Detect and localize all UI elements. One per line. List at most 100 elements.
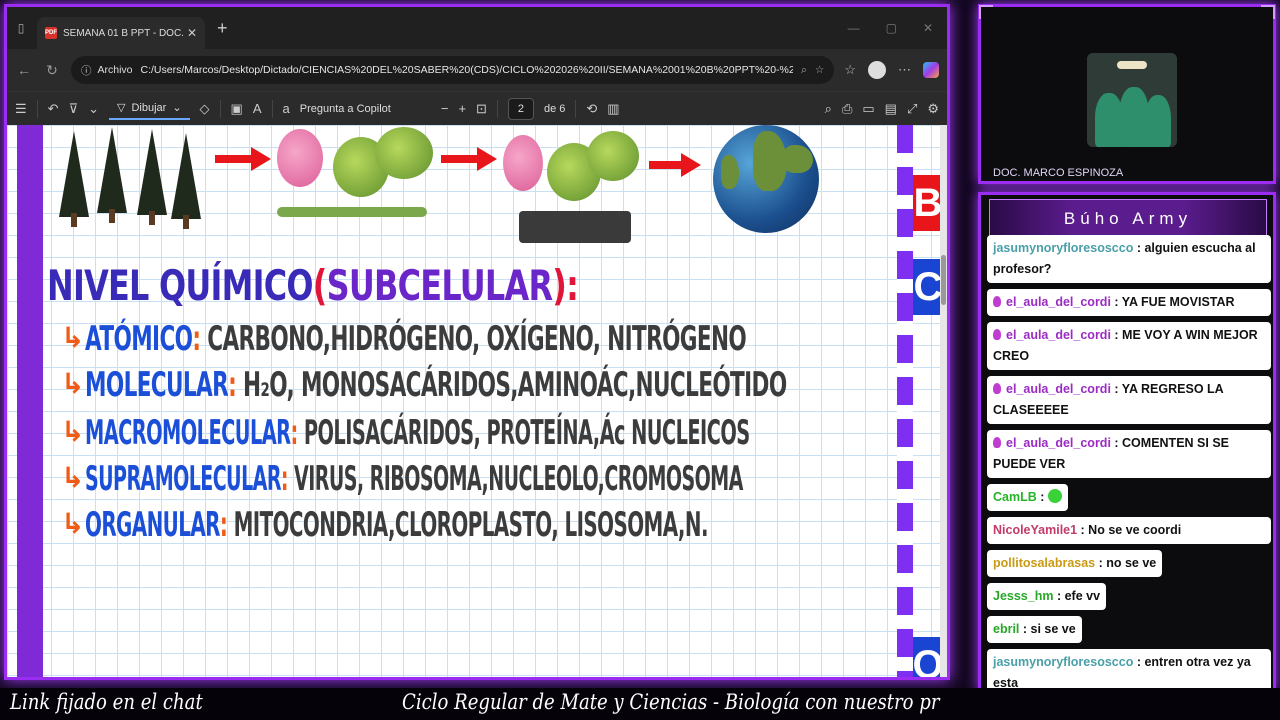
chat-message[interactable]: el_aula_del_cordi : ME VOY A WIN MEJOR C… [987,322,1271,370]
chat-text: : si se ve [1019,622,1076,636]
chat-message[interactable]: pollitosalabrasas : no se ve [987,550,1163,577]
pen-icon: ▽ [116,102,126,114]
contents-icon[interactable]: ☰ [15,101,27,117]
heading-paren-close: ): [552,261,579,310]
level-label: ORGANULAR [85,505,220,545]
save-icon[interactable]: ▭ [862,101,874,117]
new-tab-icon[interactable]: + [217,18,228,39]
level-row: MOLECULAR: H₂O, MONOSACÁRIDOS,AMINOÁC,NU… [85,365,787,405]
back-icon[interactable]: ← [15,62,33,78]
profile-avatar[interactable] [868,61,886,79]
pine-trunk [183,215,189,229]
chat-message[interactable]: jasumynoryfloresoscco : alguien escucha … [987,235,1271,283]
favorite-star-icon[interactable]: ☆ [815,64,824,76]
page-number-input[interactable]: 2 [507,97,534,120]
arrow-right-icon [215,147,271,171]
page-view-icon[interactable]: ▥ [607,101,619,117]
level-row: MACROMOLECULAR: POLISACÁRIDOS, PROTEÍNA,… [85,413,750,453]
chat-message[interactable]: el_aula_del_cordi : YA REGRESO LA CLASEE… [987,376,1271,424]
refresh-icon[interactable]: ↻ [43,62,61,79]
favorites-icon[interactable]: ☆ [844,62,856,78]
level-examples: CARBONO,HIDRÓGENO, OXÍGENO, NITRÓGENO [207,319,747,359]
level-label: ATÓMICO [85,319,193,359]
chat-message-row: ebril : si se ve [987,616,1271,649]
level-examples: POLISACÁRIDOS, PROTEÍNA,Ác NUCLEICOS [303,413,750,453]
chat-message[interactable]: ebril : si se ve [987,616,1082,643]
address-bar[interactable]: ⓘ Archivo C:/Users/Marcos/Desktop/Dictad… [71,56,835,84]
url-text[interactable]: C:/Users/Marcos/Desktop/Dictado/CIENCIAS… [141,64,794,76]
tab-actions-icon[interactable]: ▯ [13,20,29,36]
fit-page-icon[interactable]: ⊡ [476,101,487,117]
chat-message-row: jasumynoryfloresoscco : alguien escucha … [987,235,1271,283]
chat-username[interactable]: el_aula_del_cordi [1006,436,1111,450]
chat-message-row: el_aula_del_cordi : YA REGRESO LA CLASEE… [987,376,1271,424]
maximize-icon[interactable]: ▢ [886,21,897,35]
browser-tab[interactable]: PDF SEMANA 01 B PPT - DOC. MARCO ✕ [37,17,205,49]
window-close-icon[interactable]: ✕ [923,21,933,35]
scrollbar-track[interactable] [940,125,947,677]
fullscreen-icon[interactable]: ⤢ [907,101,917,117]
chat-message-row: el_aula_del_cordi : COMENTEN SI SE PUEDE… [987,430,1271,478]
chat-text: : no se ve [1095,556,1157,570]
chat-message[interactable]: CamLB : [987,484,1069,511]
pine-tree-image [59,131,89,217]
copilot-button[interactable]: Pregunta a Copilot [300,103,391,115]
save-as-icon[interactable]: ▤ [885,101,897,117]
ticker-pinned-link: Link fijado en el chat [10,690,203,714]
copilot-icon[interactable] [923,62,939,78]
level-row: SUPRAMOLECULAR: VIRUS, RIBOSOMA,NUCLEOLO… [85,459,743,499]
settings-icon[interactable]: ⚙ [927,101,939,117]
chat-username[interactable]: ebril [993,622,1019,636]
more-icon[interactable]: ⋯ [898,62,911,78]
chat-message[interactable]: el_aula_del_cordi : COMENTEN SI SE PUEDE… [987,430,1271,478]
undo-icon[interactable]: ↶ [48,101,59,117]
chat-username[interactable]: el_aula_del_cordi [1006,328,1111,342]
chat-username[interactable]: jasumynoryfloresoscco [993,241,1133,255]
browser-window: ▯ PDF SEMANA 01 B PPT - DOC. MARCO ✕ + —… [4,4,950,680]
highlight-icon[interactable]: ⊽ [69,101,79,117]
chat-message[interactable]: el_aula_del_cordi : YA FUE MOVISTAR [987,289,1271,316]
chevron-down-icon[interactable]: ⌄ [88,101,99,117]
emoji-icon [1048,489,1063,503]
zoom-in-icon[interactable]: + [458,101,466,116]
info-icon[interactable]: ⓘ [81,63,92,78]
chat-username[interactable]: pollitosalabrasas [993,556,1095,570]
chat-message[interactable]: jasumynoryfloresoscco : entren otra vez … [987,649,1271,689]
pdf-page[interactable]: NIVEL QUÍMICO(SUBCELULAR): ↳ ATÓMICO: CA… [7,125,947,677]
eraser-icon[interactable]: ◇ [200,101,210,117]
browser-actions: ☆ ⋯ [844,61,939,79]
chat-message[interactable]: NicoleYamile1 : No se ve coordi [987,517,1271,544]
chat-username[interactable]: el_aula_del_cordi [1006,295,1111,309]
chat-panel: Búho Army jasumynoryfloresoscco : alguie… [978,192,1276,692]
chat-message[interactable]: Jesss_hm : efe vv [987,583,1107,610]
slide-right-border [897,125,913,677]
text-icon[interactable]: A [253,101,262,116]
draw-button[interactable]: ▽ Dibujar ⌄ [108,97,190,120]
ticker-scrolling-text: Ciclo Regular de Mate y Ciencias - Biolo… [402,690,940,714]
chat-text: : YA FUE MOVISTAR [1110,295,1235,309]
bullet-arrow-icon: ↳ [61,461,85,494]
chat-message-list[interactable]: jasumynoryfloresoscco : alguien escucha … [987,235,1271,689]
green-tree-image [587,131,639,181]
zoom-icon[interactable]: ⌕ [801,64,807,77]
level-colon: : [192,319,201,359]
scrollbar-thumb[interactable] [941,255,946,305]
minimize-icon[interactable]: — [848,21,860,35]
chat-username[interactable]: CamLB [993,490,1037,504]
text-box-icon[interactable]: ▣ [231,101,243,117]
print-icon[interactable]: ⎙ [842,101,852,117]
soil-image [519,211,631,243]
tab-title: SEMANA 01 B PPT - DOC. MARCO [63,27,183,39]
divider [575,99,577,118]
chat-username[interactable]: el_aula_del_cordi [1006,382,1111,396]
chat-username[interactable]: NicoleYamile1 [993,523,1077,537]
search-icon[interactable]: ⌕ [825,101,832,117]
rotate-icon[interactable]: ⟲ [586,101,597,117]
chat-title: Búho Army [989,199,1267,239]
close-icon[interactable]: ✕ [187,26,197,40]
chat-username[interactable]: Jesss_hm [993,589,1053,603]
stream-overlay: ▯ PDF SEMANA 01 B PPT - DOC. MARCO ✕ + —… [0,0,1280,720]
chat-username[interactable]: jasumynoryfloresoscco [993,655,1133,669]
read-aloud-icon[interactable]: a [283,101,290,116]
zoom-out-icon[interactable]: − [441,101,449,116]
